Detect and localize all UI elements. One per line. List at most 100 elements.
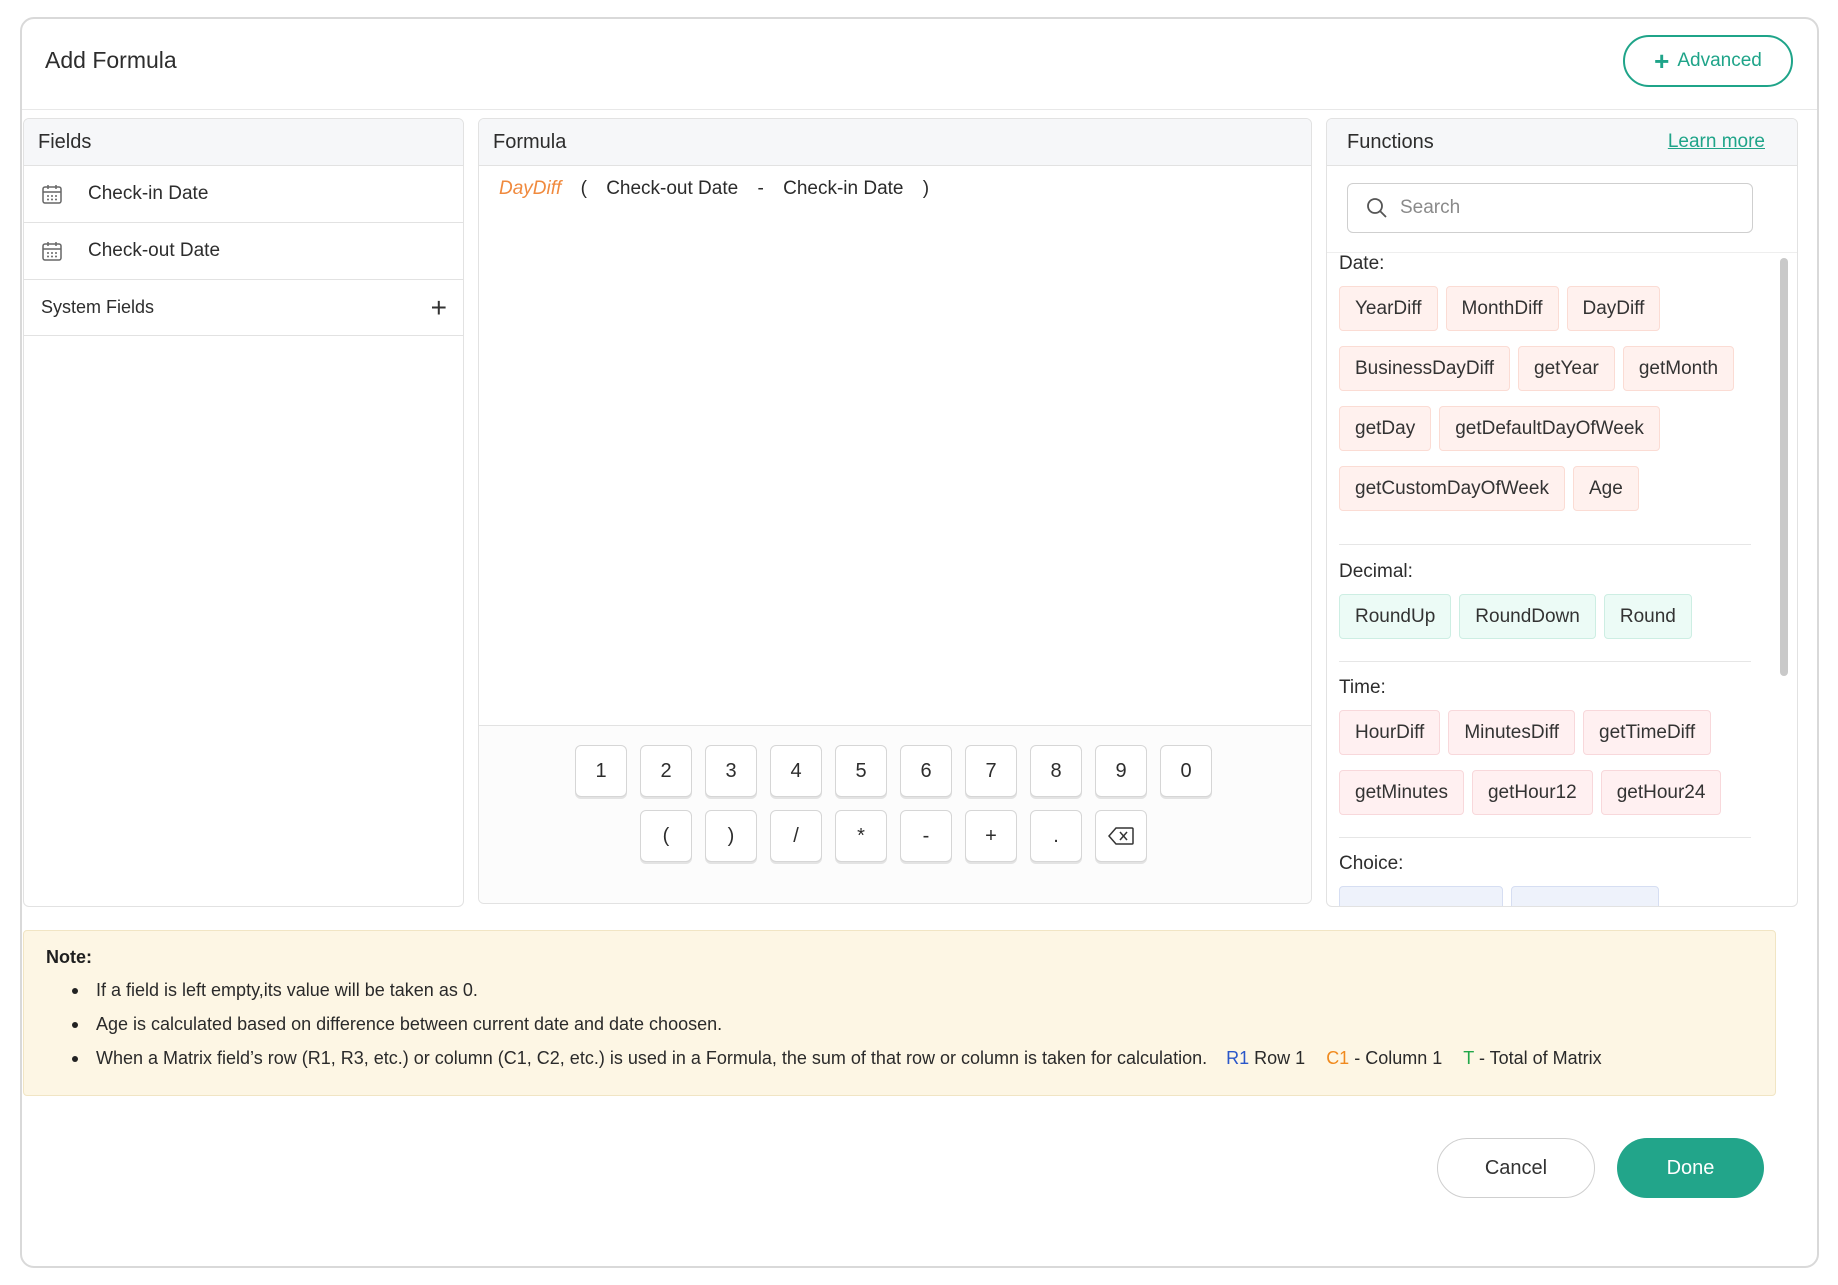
dialog-title: Add Formula bbox=[45, 47, 177, 73]
formula-header: Formula bbox=[479, 119, 1311, 166]
note-item: Age is calculated based on difference be… bbox=[72, 1014, 1753, 1035]
key-0[interactable]: 0 bbox=[1160, 745, 1212, 797]
function-chip[interactable]: getMinutes bbox=[1339, 770, 1464, 815]
function-chip-partial[interactable] bbox=[1511, 886, 1659, 906]
note-item: When a Matrix field’s row (R1, R3, etc.)… bbox=[72, 1048, 1753, 1069]
function-chip[interactable]: getCustomDayOfWeek bbox=[1339, 466, 1565, 511]
learn-more-link[interactable]: Learn more bbox=[1668, 131, 1765, 153]
function-chip[interactable]: getDefaultDayOfWeek bbox=[1439, 406, 1660, 451]
function-chip[interactable]: getTimeDiff bbox=[1583, 710, 1712, 755]
formula-field-token[interactable]: Check-out Date bbox=[606, 178, 738, 200]
function-chip[interactable]: RoundUp bbox=[1339, 594, 1452, 639]
legend-total-text: - Total of Matrix bbox=[1478, 1048, 1602, 1068]
key-plus[interactable]: + bbox=[965, 810, 1017, 862]
note-text: Age is calculated based on difference be… bbox=[96, 1014, 723, 1034]
key-5[interactable]: 5 bbox=[835, 745, 887, 797]
advanced-label: Advanced bbox=[1677, 50, 1762, 71]
function-chip[interactable]: MinutesDiff bbox=[1448, 710, 1576, 755]
function-chip[interactable]: RoundDown bbox=[1459, 594, 1596, 639]
function-chip[interactable]: YearDiff bbox=[1339, 286, 1438, 331]
key-8[interactable]: 8 bbox=[1030, 745, 1082, 797]
function-search-input[interactable] bbox=[1400, 197, 1740, 219]
function-list[interactable]: Date: YearDiff MonthDiff DayDiff Busines… bbox=[1327, 253, 1797, 906]
function-chip[interactable]: BusinessDayDiff bbox=[1339, 346, 1511, 391]
field-item-check-in-date[interactable]: Check-in Date bbox=[24, 166, 463, 223]
note-title: Note: bbox=[46, 947, 92, 967]
field-item-check-out-date[interactable]: Check-out Date bbox=[24, 223, 463, 280]
function-chip[interactable]: getYear bbox=[1518, 346, 1615, 391]
function-chip-partial[interactable] bbox=[1339, 886, 1503, 906]
function-search-box[interactable] bbox=[1347, 183, 1753, 233]
functions-header: Functions Learn more bbox=[1327, 119, 1797, 166]
field-label: Check-in Date bbox=[88, 183, 209, 204]
legend-column-text: - Column 1 bbox=[1354, 1048, 1443, 1068]
keypad: 1 2 3 4 5 6 7 8 9 0 ( ) / * - + . bbox=[479, 725, 1311, 903]
key-6[interactable]: 6 bbox=[900, 745, 952, 797]
chip-group: HourDiff MinutesDiff getTimeDiff getMinu… bbox=[1339, 710, 1749, 815]
fields-header: Fields bbox=[24, 119, 463, 166]
category-choice: Choice: bbox=[1339, 853, 1759, 906]
chip-group: YearDiff MonthDiff DayDiff BusinessDayDi… bbox=[1339, 286, 1749, 511]
key-minus[interactable]: - bbox=[900, 810, 952, 862]
category-divider bbox=[1339, 661, 1751, 662]
legend-row-text: Row 1 bbox=[1254, 1048, 1306, 1068]
function-chip[interactable]: getHour24 bbox=[1600, 770, 1722, 815]
key-decimal-point[interactable]: . bbox=[1030, 810, 1082, 862]
plus-icon[interactable]: + bbox=[431, 293, 447, 322]
category-title: Decimal: bbox=[1339, 561, 1413, 582]
formula-paren-token[interactable]: ( bbox=[581, 178, 587, 200]
key-open-paren[interactable]: ( bbox=[640, 810, 692, 862]
calendar-icon bbox=[42, 242, 62, 261]
formula-paren-token[interactable]: ) bbox=[923, 178, 929, 200]
fields-panel: Fields Check-in Date Check-out Date Syst… bbox=[23, 118, 464, 907]
formula-panel: Formula DayDiff ( Check-out Date - Check… bbox=[478, 118, 1312, 904]
category-divider bbox=[1339, 837, 1751, 838]
done-button[interactable]: Done bbox=[1617, 1138, 1764, 1198]
key-backspace[interactable] bbox=[1095, 810, 1147, 862]
note-list: If a field is left empty,its value will … bbox=[46, 980, 1753, 1069]
function-chip[interactable]: MonthDiff bbox=[1445, 286, 1559, 331]
function-chip[interactable]: DayDiff bbox=[1566, 286, 1661, 331]
formula-field-token[interactable]: Check-in Date bbox=[783, 178, 903, 200]
key-divide[interactable]: / bbox=[770, 810, 822, 862]
category-divider bbox=[1339, 544, 1751, 545]
key-7[interactable]: 7 bbox=[965, 745, 1017, 797]
key-close-paren[interactable]: ) bbox=[705, 810, 757, 862]
cancel-button[interactable]: Cancel bbox=[1437, 1138, 1595, 1198]
key-1[interactable]: 1 bbox=[575, 745, 627, 797]
key-4[interactable]: 4 bbox=[770, 745, 822, 797]
function-chip[interactable]: Age bbox=[1572, 466, 1639, 511]
formula-editor[interactable]: DayDiff ( Check-out Date - Check-in Date… bbox=[479, 166, 1311, 725]
plus-icon: + bbox=[1654, 46, 1670, 76]
functions-panel: Functions Learn more Date: YearDiff Mont… bbox=[1326, 118, 1798, 907]
category-title: Choice: bbox=[1339, 853, 1404, 874]
advanced-button[interactable]: + Advanced bbox=[1623, 35, 1793, 87]
note-text: When a Matrix field’s row (R1, R3, etc.)… bbox=[96, 1048, 1208, 1068]
category-time: Time: HourDiff MinutesDiff getTimeDiff g… bbox=[1339, 677, 1759, 815]
key-9[interactable]: 9 bbox=[1095, 745, 1147, 797]
functions-title: Functions bbox=[1347, 130, 1434, 153]
field-label: Check-out Date bbox=[88, 240, 221, 261]
formula-operator-token[interactable]: - bbox=[757, 178, 763, 200]
note-text: If a field is left empty,its value will … bbox=[96, 980, 478, 1000]
system-fields-toggle[interactable]: System Fields + bbox=[24, 280, 463, 336]
function-list-scrollbar[interactable] bbox=[1780, 258, 1788, 676]
matrix-legend: R1 Row 1 C1 - Column 1 T - Total of Matr… bbox=[1226, 1048, 1602, 1068]
category-title: Time: bbox=[1339, 677, 1386, 698]
key-3[interactable]: 3 bbox=[705, 745, 757, 797]
key-multiply[interactable]: * bbox=[835, 810, 887, 862]
search-icon bbox=[1367, 198, 1387, 218]
legend-column-code: C1 bbox=[1326, 1048, 1350, 1068]
function-chip[interactable]: getMonth bbox=[1622, 346, 1735, 391]
function-chip[interactable]: HourDiff bbox=[1339, 710, 1441, 755]
note-box: Note: If a field is left empty,its value… bbox=[23, 930, 1776, 1096]
formula-function-token[interactable]: DayDiff bbox=[499, 178, 561, 200]
function-chip[interactable]: getDay bbox=[1339, 406, 1432, 451]
function-search-area bbox=[1327, 166, 1797, 253]
system-fields-label: System Fields bbox=[41, 297, 155, 317]
function-chip[interactable]: getHour12 bbox=[1471, 770, 1593, 815]
chip-group bbox=[1339, 886, 1759, 906]
key-2[interactable]: 2 bbox=[640, 745, 692, 797]
legend-row-code: R1 bbox=[1226, 1048, 1250, 1068]
function-chip[interactable]: Round bbox=[1603, 594, 1692, 639]
